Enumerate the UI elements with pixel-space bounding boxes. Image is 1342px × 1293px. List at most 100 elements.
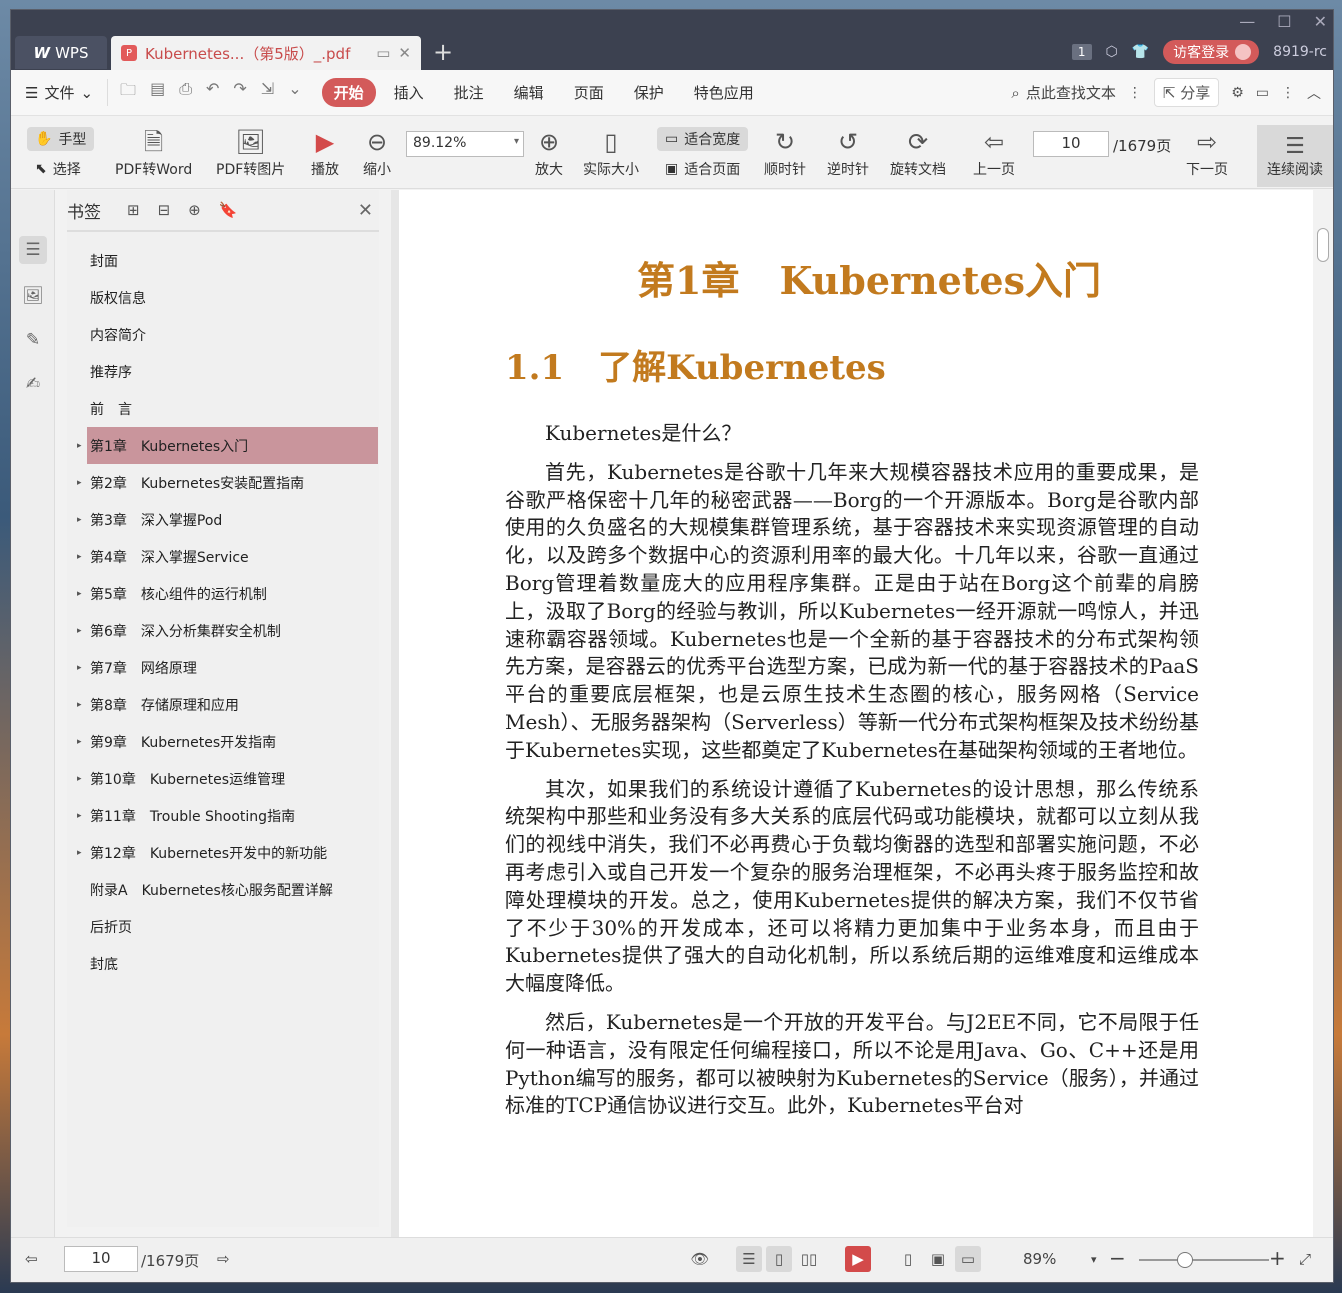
fit-page-button[interactable]: ▣ 适合页面 (665, 159, 740, 179)
collapse-ribbon-icon[interactable]: ︿ (1307, 83, 1321, 103)
zoom-in-button[interactable]: ⊕ 放大 (535, 125, 563, 179)
zoom-slider[interactable] (1139, 1252, 1269, 1268)
bookmark-item[interactable]: 附录A Kubernetes核心服务配置详解 (67, 871, 378, 908)
hand-tool-button[interactable]: ✋ 手型 (27, 127, 95, 151)
rotate-clockwise-button[interactable]: ↻ 顺时针 (764, 125, 806, 179)
bookmark-item[interactable]: 封面 (67, 242, 378, 279)
thumbnail-icon[interactable]: 🖼 (19, 282, 47, 310)
new-tab-button[interactable]: + (433, 38, 453, 66)
expand-arrow-icon[interactable]: ▸ (77, 737, 82, 747)
print-icon[interactable]: ⎙ (179, 79, 192, 106)
next-page-button[interactable]: ⇨ 下一页 (1186, 125, 1228, 179)
more-vertical-icon[interactable]: ⋮ (1128, 85, 1142, 101)
bookmark-item[interactable]: ▸ 第12章 Kubernetes开发中的新功能 (67, 834, 378, 871)
annotation-icon[interactable]: ✎ (19, 326, 47, 354)
zoom-plus-icon[interactable]: + (1269, 1246, 1286, 1270)
tab-annotate[interactable]: 批注 (442, 78, 496, 107)
bookmark-item[interactable]: 封底 (67, 945, 378, 982)
expand-arrow-icon[interactable]: ▸ (77, 811, 82, 821)
expand-arrow-icon[interactable]: ▸ (77, 700, 82, 710)
tab-edit[interactable]: 编辑 (502, 78, 556, 107)
bookmark-item[interactable]: ▸ 第11章 Trouble Shooting指南 (67, 797, 378, 834)
tab-special-apps[interactable]: 特色应用 (682, 78, 766, 107)
prev-page-button[interactable]: ⇦ 上一页 (973, 125, 1015, 179)
expand-arrow-icon[interactable]: ▸ (77, 552, 82, 562)
status-actual-size-icon[interactable]: ▯ (895, 1246, 921, 1272)
expand-arrow-icon[interactable]: ▸ (77, 478, 82, 488)
status-fit-page-icon[interactable]: ▣ (925, 1246, 951, 1272)
tab-page[interactable]: 页面 (562, 78, 616, 107)
expand-arrow-icon[interactable]: ▸ (77, 663, 82, 673)
status-play-icon[interactable]: ▶ (845, 1246, 871, 1272)
minimize-icon[interactable]: — (1239, 12, 1255, 31)
bookmark-item[interactable]: 内容简介 (67, 316, 378, 353)
document-tab[interactable]: P Kubernetes...（第5版）_.pdf ▭ ✕ (111, 36, 421, 70)
zoom-dropdown-icon[interactable]: ▾ (1091, 1253, 1097, 1266)
bookmark-item[interactable]: 前 言 (67, 390, 378, 427)
single-page-view-icon[interactable]: ▯ (766, 1246, 792, 1272)
login-button[interactable]: 访客登录 (1163, 40, 1260, 64)
bookmark-item[interactable]: ▸ 第8章 存储原理和应用 (67, 686, 378, 723)
status-fit-width-icon[interactable]: ▭ (955, 1246, 981, 1272)
bookmark-item[interactable]: ▸ 第3章 深入掌握Pod (67, 501, 378, 538)
page-number-input[interactable]: 10 (1033, 131, 1109, 157)
expand-arrow-icon[interactable]: ▸ (77, 626, 82, 636)
zoom-minus-icon[interactable]: − (1109, 1246, 1126, 1270)
rotate-counterclockwise-button[interactable]: ↺ 逆时针 (827, 125, 869, 179)
zoom-select[interactable]: 89.12% ▾ (406, 131, 524, 157)
continuous-view-icon[interactable]: ☰ (736, 1246, 762, 1272)
save-icon[interactable]: ▤ (150, 79, 165, 106)
pdf-to-image-button[interactable]: 🖼 PDF转图片 (216, 125, 285, 179)
expand-arrow-icon[interactable]: ▸ (77, 441, 82, 451)
file-menu[interactable]: ☰ 文件 ⌄ (25, 82, 93, 103)
bookmark-item[interactable]: ▸ 第7章 网络原理 (67, 649, 378, 686)
wps-home-tab[interactable]: W WPS (15, 36, 107, 69)
search-text-box[interactable]: ⌕ 点此查找文本 (1011, 82, 1115, 103)
bookmark-item[interactable]: 推荐序 (67, 353, 378, 390)
rotate-document-button[interactable]: ⟳ 旋转文档 (890, 125, 946, 179)
fit-width-button[interactable]: ▭ 适合宽度 (657, 127, 749, 151)
more-dropdown-icon[interactable]: ⌄ (288, 79, 301, 106)
open-folder-icon[interactable]: 🗀 (120, 79, 136, 106)
bookmark-item[interactable]: ▸ 第2章 Kubernetes安装配置指南 (67, 464, 378, 501)
scrollbar-thumb[interactable] (1317, 228, 1329, 262)
redo-icon[interactable]: ↷ (233, 79, 246, 106)
bookmark-item[interactable]: 后折页 (67, 908, 378, 945)
play-button[interactable]: ▶ 播放 (311, 125, 339, 179)
bookmark-item[interactable]: ▸ 第9章 Kubernetes开发指南 (67, 723, 378, 760)
signature-icon[interactable]: ✍ (19, 370, 47, 398)
share-button[interactable]: ⇱ 分享 (1153, 78, 1220, 107)
add-bookmark-icon[interactable]: ⊕ (188, 201, 201, 219)
status-zoom-value[interactable]: 89% (1023, 1250, 1056, 1268)
document-viewport[interactable]: 第1章 Kubernetes入门 1.1 了解Kubernetes Kubernet… (399, 190, 1313, 1237)
collapse-all-icon[interactable]: ⊟ (158, 201, 171, 219)
export-icon[interactable]: ⇲ (261, 79, 274, 106)
bookmark-icon[interactable]: 🔖 (219, 201, 238, 219)
status-prev-page-icon[interactable]: ⇦ (25, 1250, 38, 1268)
bookmark-item[interactable]: ▸ 第4章 深入掌握Service (67, 538, 378, 575)
bookmark-item[interactable]: ▸ 第6章 深入分析集群安全机制 (67, 612, 378, 649)
maximize-icon[interactable]: ☐ (1277, 12, 1291, 31)
comment-icon[interactable]: ▭ (1256, 85, 1269, 101)
panel-splitter[interactable] (391, 190, 399, 1237)
expand-arrow-icon[interactable]: ▸ (77, 774, 82, 784)
vertical-scrollbar[interactable] (1313, 190, 1333, 1237)
tab-count-badge[interactable]: 1 (1071, 44, 1092, 60)
bookmark-item[interactable]: 版权信息 (67, 279, 378, 316)
tab-insert[interactable]: 插入 (382, 78, 436, 107)
close-panel-icon[interactable]: ✕ (358, 200, 373, 221)
bookmark-list-icon[interactable]: ☰ (19, 236, 47, 264)
shirt-icon[interactable]: 👕 (1132, 44, 1149, 60)
tab-start[interactable]: 开始 (321, 78, 376, 107)
select-tool-button[interactable]: ⬉ 选择 (35, 159, 81, 179)
close-tab-icon[interactable]: ✕ (398, 44, 411, 62)
fullscreen-icon[interactable]: ⤢ (1299, 1250, 1311, 1268)
screen-icon[interactable]: ▭ (376, 44, 390, 62)
double-page-view-icon[interactable]: ▯▯ (796, 1246, 822, 1272)
zoom-slider-knob[interactable] (1176, 1252, 1193, 1268)
bookmark-item[interactable]: ▸ 第1章 Kubernetes入门 (77, 427, 378, 464)
bookmark-item[interactable]: ▸ 第10章 Kubernetes运维管理 (67, 760, 378, 797)
expand-arrow-icon[interactable]: ▸ (77, 515, 82, 525)
skin-icon[interactable]: ⬡ (1106, 44, 1118, 60)
status-page-input[interactable]: 10 (64, 1246, 138, 1272)
